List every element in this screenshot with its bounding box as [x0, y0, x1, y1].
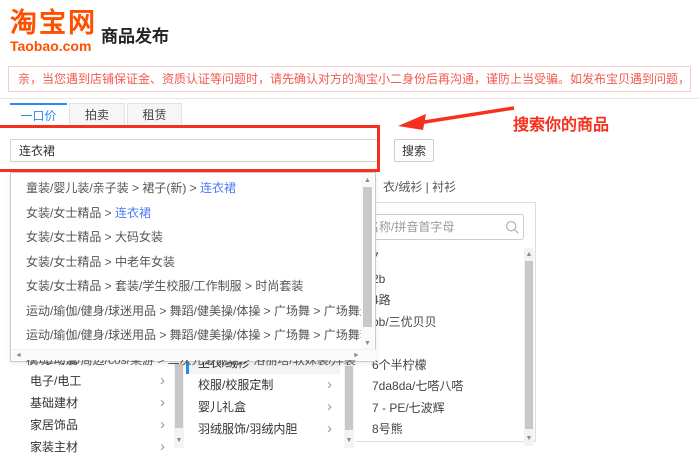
suggestion-item[interactable]: 女装/女士精品 > 连衣裙: [11, 201, 363, 226]
tabbar-divider: [0, 98, 699, 99]
tab-auction[interactable]: 拍卖: [69, 103, 125, 127]
chevron-right-icon: ›: [327, 418, 332, 439]
brand-item[interactable]: 6个半柠檬: [372, 355, 522, 377]
chevron-right-icon: ›: [160, 414, 165, 435]
search-button[interactable]: 搜索: [394, 139, 434, 162]
brand-list-scrollbar[interactable]: ▲ ▼: [524, 248, 534, 446]
suggestion-item[interactable]: 女装/女士精品 > 套装/学生校服/工作制服 > 时尚套装: [11, 274, 363, 299]
brand-item[interactable]: 7 - PE/七波辉: [372, 398, 522, 420]
suggestion-item[interactable]: 运动/瑜伽/健身/球迷用品 > 舞蹈/健美操/体操 > 广场舞 > 广场舞连衣裙: [11, 299, 363, 324]
category-item[interactable]: 婴儿礼盒 ›: [186, 396, 340, 418]
brand-item[interactable]: 7da8da/七嗒八嗒: [372, 376, 522, 398]
category-item[interactable]: 基础建材 ›: [14, 392, 172, 414]
search-icon: [505, 220, 520, 235]
category-col2-scrollbar[interactable]: ▼: [344, 362, 354, 448]
brand-search-input[interactable]: [358, 214, 524, 240]
suggestion-item[interactable]: 运动/瑜伽/健身/球迷用品 > 舞蹈/健美操/体操 > 广场舞 > 广场舞套装: [11, 323, 363, 348]
tab-fixed-price[interactable]: 一口价: [10, 103, 67, 127]
suggestion-item[interactable]: 童装/婴儿装/亲子装 > 裙子(新) > 连衣裙: [11, 176, 363, 201]
search-suggestions-dropdown: 童装/婴儿装/亲子装 > 裙子(新) > 连衣裙 女装/女士精品 > 连衣裙 女…: [10, 172, 376, 362]
scrollbar-thumb[interactable]: [345, 366, 353, 430]
scroll-up-icon[interactable]: ▲: [362, 175, 373, 186]
chevron-right-icon: ›: [160, 392, 165, 413]
category-item[interactable]: 羽绒服饰/羽绒内胆 ›: [186, 418, 340, 440]
scroll-down-icon[interactable]: ▼: [362, 338, 373, 349]
taobao-logo-domain: Taobao.com: [10, 39, 97, 53]
taobao-logo-text: 淘宝网: [10, 10, 97, 37]
category-item[interactable]: 校服/校服定制 ›: [186, 374, 340, 396]
brand-item[interactable]: [372, 333, 522, 355]
annotation-arrow-icon: [396, 98, 521, 134]
chevron-right-icon: ›: [327, 374, 332, 395]
chevron-right-icon: ›: [160, 370, 165, 391]
suggestions-horizontal-scrollbar[interactable]: ◄ ►: [12, 349, 376, 360]
scroll-right-icon[interactable]: ►: [351, 350, 362, 361]
scroll-down-icon[interactable]: ▼: [524, 434, 534, 444]
scrollbar-thumb[interactable]: [363, 187, 372, 327]
scroll-down-icon[interactable]: ▼: [344, 436, 354, 446]
scroll-left-icon[interactable]: ◄: [13, 350, 24, 361]
scrollbar-thumb[interactable]: [525, 261, 533, 429]
chevron-right-icon: ›: [160, 436, 165, 455]
scrollbar-thumb[interactable]: [175, 364, 183, 428]
suggestion-item[interactable]: 女装/女士精品 > 中老年女装: [11, 250, 363, 275]
scroll-down-icon[interactable]: ▼: [174, 436, 184, 446]
page-title: 商品发布: [101, 22, 169, 47]
category-col1-scrollbar[interactable]: ▼: [174, 362, 184, 448]
scroll-up-icon[interactable]: ▲: [524, 250, 534, 260]
brand-item[interactable]: 2b: [372, 269, 522, 291]
tab-rental[interactable]: 租赁: [127, 103, 182, 127]
brand-item[interactable]: 7: [372, 247, 522, 269]
category-item[interactable]: 家装主材 ›: [14, 436, 172, 455]
taobao-logo[interactable]: 淘宝网 Taobao.com: [10, 10, 97, 53]
suggestions-vertical-scrollbar[interactable]: ▲ ▼: [361, 174, 374, 350]
category-item[interactable]: 家居饰品 ›: [14, 414, 172, 436]
brand-item[interactable]: 4路: [372, 290, 522, 312]
brand-list: 7 2b 4路 bb/三优贝贝 6个半柠檬 7da8da/七嗒八嗒 7 - PE…: [372, 247, 522, 441]
brand-item[interactable]: bb/三优贝贝: [372, 312, 522, 334]
notice-bar: 亲，当您遇到店铺保证金、资质认证等问题时，请先确认对方的淘宝小二身份后再沟通，谨…: [8, 66, 691, 92]
chevron-right-icon: ›: [327, 396, 332, 417]
recent-category-breadcrumb[interactable]: 衣/绒衫 | 衬衫: [383, 178, 456, 195]
product-search-input[interactable]: [10, 139, 378, 162]
annotation-label: 搜索你的商品: [513, 111, 609, 135]
suggestion-item[interactable]: 女装/女士精品 > 大码女装: [11, 225, 363, 250]
notice-text: 亲，当您遇到店铺保证金、资质认证等问题时，请先确认对方的淘宝小二身份后再沟通，谨…: [18, 72, 691, 86]
brand-item[interactable]: 8号熊: [372, 419, 522, 441]
category-item[interactable]: 电子/电工 ›: [14, 370, 172, 392]
